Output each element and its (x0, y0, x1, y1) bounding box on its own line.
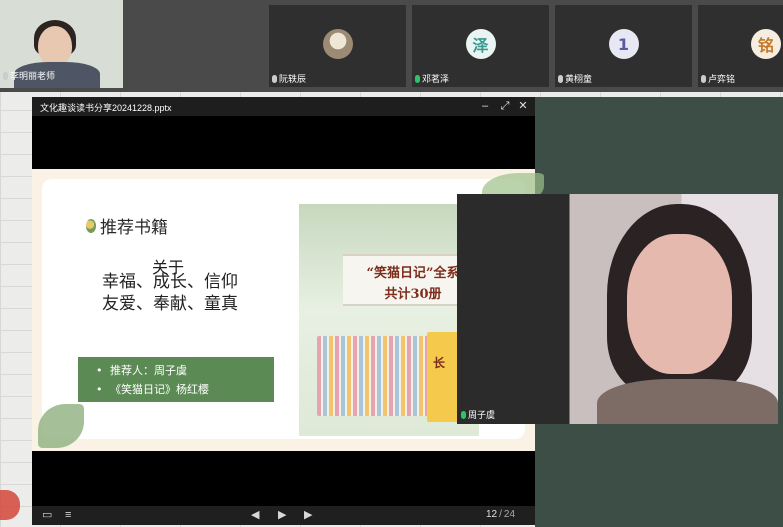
bullet-leaf-icon (86, 218, 96, 233)
mic-icon (415, 74, 420, 83)
themes-line: 幸福、成长、信仰 (102, 272, 238, 292)
participant-tile[interactable]: 阮轶辰 (269, 5, 406, 87)
next-icon[interactable]: ▶ (304, 508, 312, 522)
participant-name: 阮轶辰 (272, 72, 306, 85)
camera-photo-face (627, 234, 732, 374)
close-icon[interactable]: ✕ (516, 99, 530, 113)
participant-name: 卢弈铭 (701, 72, 735, 85)
total-pages: 24 (503, 509, 516, 520)
avatar: 铭 (751, 29, 781, 59)
recommendation-box: • 推荐人：周子虞 • 《笑猫日记》杨红樱 (78, 357, 274, 402)
book-series-image: “笑猫日记”全系 共计30册 长 (299, 204, 479, 436)
participant-name: 黄栩童 (558, 72, 592, 85)
recommender-line: • 推荐人：周子虞 (96, 364, 187, 377)
participant-tile-teacher[interactable]: 李明丽老师 (0, 0, 123, 88)
page-indicator: 12/24 (486, 509, 516, 520)
slide-card: 推荐书籍 关于 幸福、成长、信仰 友爱、奉献、童真 • 推荐人：周子虞 • 《笑猫日… (38, 173, 544, 448)
teacher-photo-face (38, 26, 72, 66)
presentation-titlebar[interactable]: 文化趣谈读书分享20241228.pptx – ⤢ ✕ (32, 97, 535, 116)
mic-icon (701, 74, 706, 83)
restore-icon[interactable]: ⤢ (498, 99, 512, 113)
video-name-label: 周子虞 (468, 410, 496, 420)
slideshow-controls: ▭ ≡ ◀ ▶ ▶ 12/24 (32, 506, 535, 525)
sidebar-icon[interactable]: ▭ (42, 508, 52, 522)
participant-name-label: 黄栩童 (565, 74, 593, 84)
play-icon[interactable]: ▶ (278, 508, 286, 522)
current-page: 12 (486, 509, 498, 520)
avatar (322, 29, 353, 59)
book-cover-text: 长 (433, 356, 446, 370)
avatar: 1 (608, 29, 639, 59)
participant-name-label: 李明丽老师 (10, 71, 56, 81)
leaf-decoration (38, 404, 84, 448)
participant-tile[interactable]: 1 黄栩童 (555, 5, 692, 87)
window-title: 文化趣谈读书分享20241228.pptx (40, 103, 172, 113)
slide-heading: 推荐书籍 (86, 213, 168, 238)
participant-name: 李明丽老师 (3, 69, 55, 82)
student-video[interactable]: 周子虞 (457, 194, 778, 424)
book-line: • 《笑猫日记》杨红樱 (96, 383, 209, 396)
slide-heading-text: 推荐书籍 (100, 218, 168, 238)
recommender-text: 推荐人：周子虞 (110, 364, 187, 377)
video-name-tag: 周子虞 (461, 408, 495, 421)
avatar: 泽 (465, 29, 496, 59)
mic-icon (272, 74, 277, 83)
participant-tile[interactable]: 铭 卢弈铭 (698, 5, 783, 87)
participant-strip: 李明丽老师 阮轶辰 泽 邓茗泽 1 黄栩童 铭 卢弈铭 (0, 0, 783, 92)
book-text: 《笑猫日记》杨红樱 (110, 383, 209, 396)
themes-line: 友爱、奉献、童真 (102, 294, 238, 314)
camera-photo-body (597, 379, 778, 424)
participant-name: 邓茗泽 (415, 72, 449, 85)
mic-icon (3, 71, 8, 80)
menu-icon[interactable]: ≡ (65, 508, 71, 522)
participant-name-label: 阮轶辰 (279, 74, 307, 84)
themes-block: 幸福、成长、信仰 友爱、奉献、童真 (102, 271, 238, 315)
participant-name-label: 卢弈铭 (708, 74, 736, 84)
participant-name-label: 邓茗泽 (422, 74, 450, 84)
mic-icon (461, 410, 466, 419)
participant-tile[interactable]: 泽 邓茗泽 (412, 5, 549, 87)
prev-icon[interactable]: ◀ (251, 508, 259, 522)
mic-icon (558, 74, 563, 83)
minimize-icon[interactable]: – (478, 99, 492, 113)
